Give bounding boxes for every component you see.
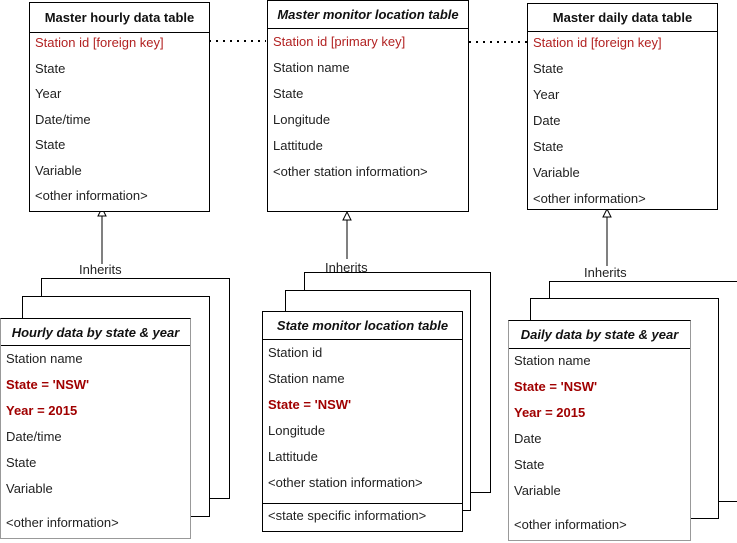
master-monitor-table: Master monitor location table Station id …	[267, 0, 469, 212]
table-field: State = 'NSW'	[514, 379, 598, 394]
table-field: State	[273, 86, 304, 101]
table-field: State = 'NSW'	[268, 397, 352, 412]
hourly-state-year-table: Hourly data by state & year Station name S…	[0, 318, 191, 539]
table-field: <other information>	[533, 191, 646, 206]
table-field: Station name	[268, 371, 345, 386]
table-field: State	[35, 137, 66, 152]
inherits-label-hourly: Inherits	[79, 262, 122, 277]
table-field: Date/time	[6, 429, 62, 444]
table-field: Variable	[35, 162, 82, 178]
table-field: Station name	[273, 60, 350, 75]
table-field: Lattitude	[268, 449, 318, 464]
table-field: Station id	[268, 345, 323, 360]
state-monitor-table: State monitor location table Station id St…	[262, 311, 463, 532]
table-field: State	[533, 61, 564, 76]
table-field: <other information>	[6, 515, 119, 530]
table-field: Year = 2015	[514, 405, 586, 420]
table-field: Year = 2015	[6, 403, 78, 418]
inherits-label-daily: Inherits	[584, 265, 627, 280]
table-field: State = 'NSW'	[6, 377, 90, 392]
inherit-arrow-monitor-icon	[342, 210, 352, 221]
table-field: <other station information>	[268, 475, 423, 490]
master-daily-table: Master daily data table Station id [forei…	[527, 3, 718, 210]
table-title: Master hourly data table	[30, 3, 209, 33]
table-field: State	[35, 60, 66, 76]
table-title: Master daily data table	[528, 4, 717, 32]
table-field: Station id [primary key]	[273, 34, 406, 49]
table-field: State	[514, 457, 545, 472]
table-field: Lattitude	[273, 138, 323, 153]
table-title: Master monitor location table	[268, 1, 468, 29]
table-field: Variable	[6, 481, 53, 496]
table-field: Variable	[533, 165, 580, 180]
table-title: Hourly data by state & year	[1, 319, 190, 346]
table-field: Date	[514, 431, 542, 446]
section-divider	[263, 503, 462, 504]
table-field: <other information>	[514, 517, 627, 532]
table-field: Station id [foreign key]	[533, 35, 662, 50]
table-field: State	[6, 455, 37, 470]
table-title: Daily data by state & year	[509, 321, 690, 349]
table-field: Station name	[6, 351, 83, 366]
table-field: Variable	[514, 483, 561, 498]
table-field: Date/time	[35, 111, 91, 127]
table-field-extra: <state specific information>	[268, 508, 427, 523]
table-title: State monitor location table	[263, 312, 462, 340]
table-field: Station name	[514, 353, 591, 368]
table-field: State	[533, 139, 564, 154]
table-field: Longitude	[268, 423, 326, 438]
diagram-canvas: Inherits Inherits Inherits Master hourly…	[0, 0, 737, 543]
table-field: Date	[533, 113, 561, 128]
table-field: Year	[533, 87, 560, 102]
daily-state-year-table: Daily data by state & year Station name St…	[508, 320, 691, 541]
table-field: <other information>	[35, 188, 148, 203]
inherit-arrow-daily-icon	[602, 207, 612, 218]
master-hourly-table: Master hourly data table Station id [fore…	[29, 2, 210, 212]
table-field: <other station information>	[273, 164, 428, 179]
table-field: Year	[35, 86, 62, 101]
table-field: Station id [foreign key]	[35, 35, 164, 50]
table-field: Longitude	[273, 112, 331, 127]
